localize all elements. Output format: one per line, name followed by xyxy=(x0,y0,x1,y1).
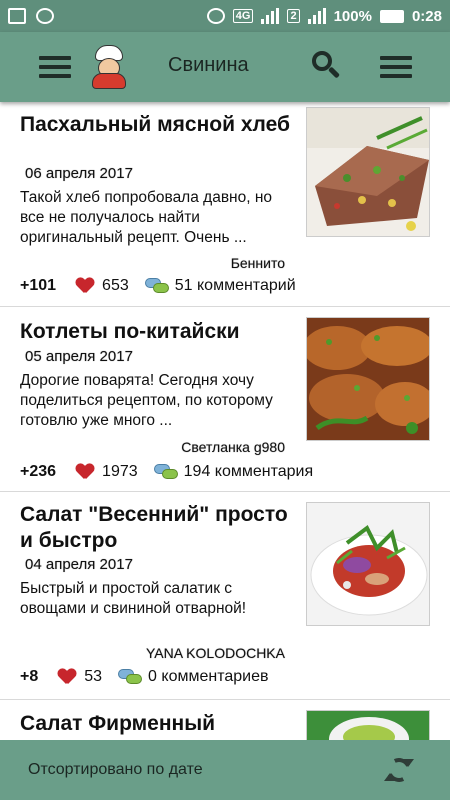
recipe-date: 05 апреля 2017 xyxy=(25,348,133,365)
comments-icon[interactable] xyxy=(118,669,143,685)
search-icon[interactable] xyxy=(312,51,342,81)
recipe-description: Дорогие поварята! Сегодня хочу поделитьс… xyxy=(20,372,273,429)
app-bar: Свинина xyxy=(0,32,450,102)
salad-bowl-photo xyxy=(307,711,429,740)
hamburger-menu-icon[interactable] xyxy=(39,56,71,78)
clock: 0:28 xyxy=(411,7,442,25)
recipe-date: 04 апреля 2017 xyxy=(25,556,133,573)
recipe-card[interactable]: Пасхальный мясной хлеб 06 апреля 2017 Та… xyxy=(0,102,450,307)
recipe-list[interactable]: Пасхальный мясной хлеб 06 апреля 2017 Та… xyxy=(0,102,450,740)
rating-score: +101 xyxy=(20,277,57,294)
recipe-card[interactable]: Салат "Весенний" просто и быстро 04 апре… xyxy=(0,492,450,700)
bottom-bar: Отсортировано по дате xyxy=(0,740,450,800)
recipe-stats: +101 653 51 комментарий xyxy=(20,277,296,295)
recipe-card[interactable]: Котлеты по-китайски 05 апреля 2017 Дорог… xyxy=(0,307,450,492)
battery-percent: 100% xyxy=(333,7,372,25)
sort-label[interactable]: Отсортировано по дате xyxy=(28,761,203,779)
salad-photo xyxy=(307,503,429,625)
comments-icon[interactable] xyxy=(153,464,178,480)
recipe-thumbnail[interactable] xyxy=(306,317,430,441)
comments-count[interactable]: 51 комментарий xyxy=(175,277,296,295)
recipe-author[interactable]: YANA KOLODOCHKA xyxy=(146,645,285,661)
cutlets-photo xyxy=(307,318,429,440)
likes-count: 53 xyxy=(84,668,103,685)
recipe-title[interactable]: Котлеты по-китайски xyxy=(20,319,290,345)
recipe-description: Такой хлеб попробовала давно, но все не … xyxy=(20,189,273,246)
status-bar: 4G 2 100% 0:28 xyxy=(0,0,450,32)
recipe-description: Быстрый и простой салатик с овощами и св… xyxy=(20,580,247,617)
chef-logo[interactable] xyxy=(89,45,129,89)
likes-count: 1973 xyxy=(102,463,138,480)
signal-icon xyxy=(307,8,326,24)
page-title: Свинина xyxy=(168,54,249,76)
refresh-icon[interactable] xyxy=(383,754,415,786)
heart-icon[interactable] xyxy=(58,669,76,685)
sim-label: 2 xyxy=(287,9,300,23)
signal-icon xyxy=(261,8,280,24)
likes-count: 653 xyxy=(102,277,129,294)
comments-count[interactable]: 194 комментария xyxy=(184,463,314,481)
comments-count[interactable]: 0 комментариев xyxy=(148,668,268,686)
heart-icon[interactable] xyxy=(76,464,94,480)
recipe-author[interactable]: Беннито xyxy=(231,255,285,271)
recipe-stats: +8 53 0 комментариев xyxy=(20,668,268,686)
meatloaf-photo xyxy=(307,108,429,236)
comments-icon[interactable] xyxy=(144,278,169,294)
sync-icon xyxy=(36,8,54,24)
recipe-stats: +236 1973 194 комментария xyxy=(20,463,313,481)
rating-score: +236 xyxy=(20,463,57,480)
overflow-menu-icon[interactable] xyxy=(380,56,412,78)
recipe-thumbnail[interactable] xyxy=(306,710,430,740)
recipe-thumbnail[interactable] xyxy=(306,107,430,237)
recipe-card[interactable]: Салат Фирменный xyxy=(0,700,450,740)
network-type-label: 4G xyxy=(232,9,254,23)
alarm-icon xyxy=(206,8,225,24)
image-icon xyxy=(8,8,26,24)
heart-icon[interactable] xyxy=(76,278,94,294)
recipe-author[interactable]: Светланка g980 xyxy=(181,439,285,455)
recipe-title[interactable]: Салат "Весенний" просто и быстро xyxy=(20,502,290,554)
battery-icon xyxy=(379,9,404,23)
recipe-title[interactable]: Салат Фирменный xyxy=(20,711,290,737)
recipe-thumbnail[interactable] xyxy=(306,502,430,626)
recipe-title[interactable]: Пасхальный мясной хлеб xyxy=(20,112,290,138)
rating-score: +8 xyxy=(20,668,39,685)
recipe-date: 06 апреля 2017 xyxy=(25,165,133,182)
